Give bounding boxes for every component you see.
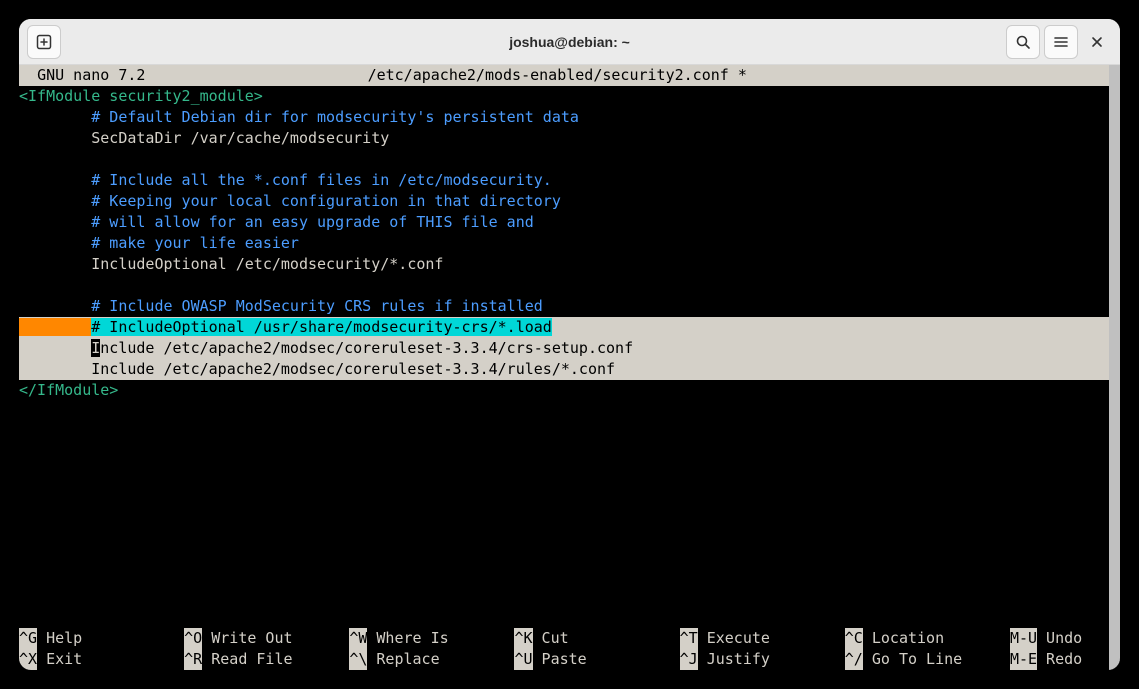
code-line: </IfModule> bbox=[19, 380, 1109, 401]
code-line: SecDataDir /var/cache/modsecurity bbox=[19, 128, 1109, 149]
terminal-window: joshua@debian: ~ GNU bbox=[19, 19, 1120, 670]
menu-button[interactable] bbox=[1044, 25, 1078, 59]
shortcut-writeout[interactable]: ^O Write Out bbox=[184, 628, 349, 649]
nano-filepath: /etc/apache2/mods-enabled/security2.conf… bbox=[145, 65, 1109, 86]
code-line-selected: Include /etc/apache2/modsec/coreruleset-… bbox=[19, 338, 1109, 359]
code-line: <IfModule security2_module> bbox=[19, 86, 1109, 107]
hamburger-icon bbox=[1053, 34, 1069, 50]
close-button[interactable] bbox=[1080, 25, 1114, 59]
shortcut-location[interactable]: ^C Location bbox=[845, 628, 1010, 649]
shortcut-paste[interactable]: ^U Paste bbox=[514, 649, 679, 670]
terminal-content[interactable]: GNU nano 7.2 /etc/apache2/mods-enabled/s… bbox=[19, 65, 1109, 670]
plus-box-icon bbox=[36, 34, 52, 50]
code-line: # make your life easier bbox=[19, 233, 1109, 254]
shortcut-replace[interactable]: ^\ Replace bbox=[349, 649, 514, 670]
code-line: # Include OWASP ModSecurity CRS rules if… bbox=[19, 296, 1109, 317]
shortcut-redo[interactable]: M-E Redo bbox=[1010, 649, 1109, 670]
shortcut-row: ^G Help ^O Write Out ^W Where Is ^K Cut … bbox=[19, 628, 1109, 649]
shortcut-cut[interactable]: ^K Cut bbox=[514, 628, 679, 649]
terminal-area: GNU nano 7.2 /etc/apache2/mods-enabled/s… bbox=[19, 65, 1120, 670]
shortcut-row: ^X Exit ^R Read File ^\ Replace ^U Paste… bbox=[19, 649, 1109, 670]
cursor: I bbox=[91, 339, 100, 357]
shortcut-exit[interactable]: ^X Exit bbox=[19, 649, 184, 670]
code-line: # Keeping your local configuration in th… bbox=[19, 191, 1109, 212]
code-line-selected: Include /etc/apache2/modsec/coreruleset-… bbox=[19, 359, 1109, 380]
shortcut-whereis[interactable]: ^W Where Is bbox=[349, 628, 514, 649]
titlebar-right bbox=[1004, 25, 1114, 59]
nano-app-name: GNU nano 7.2 bbox=[19, 65, 145, 86]
window-title: joshua@debian: ~ bbox=[19, 34, 1120, 50]
shortcut-gotoline[interactable]: ^/ Go To Line bbox=[845, 649, 1010, 670]
shortcut-help[interactable]: ^G Help bbox=[19, 628, 184, 649]
code-line bbox=[19, 149, 1109, 170]
nano-shortcuts: ^G Help ^O Write Out ^W Where Is ^K Cut … bbox=[19, 628, 1109, 670]
code-line: IncludeOptional /etc/modsecurity/*.conf bbox=[19, 254, 1109, 275]
code-line: # Default Debian dir for modsecurity's p… bbox=[19, 107, 1109, 128]
code-line bbox=[19, 275, 1109, 296]
search-button[interactable] bbox=[1006, 25, 1040, 59]
search-icon bbox=[1015, 34, 1031, 50]
shortcut-undo[interactable]: M-U Undo bbox=[1010, 628, 1109, 649]
titlebar: joshua@debian: ~ bbox=[19, 19, 1120, 65]
close-icon bbox=[1090, 35, 1104, 49]
scrollbar[interactable] bbox=[1109, 65, 1120, 670]
nano-header: GNU nano 7.2 /etc/apache2/mods-enabled/s… bbox=[19, 65, 1109, 86]
shortcut-readfile[interactable]: ^R Read File bbox=[184, 649, 349, 670]
code-line-selected: # IncludeOptional /usr/share/modsecurity… bbox=[19, 317, 1109, 338]
shortcut-justify[interactable]: ^J Justify bbox=[680, 649, 845, 670]
shortcut-execute[interactable]: ^T Execute bbox=[680, 628, 845, 649]
new-tab-button[interactable] bbox=[27, 25, 61, 59]
code-line: # will allow for an easy upgrade of THIS… bbox=[19, 212, 1109, 233]
code-line: # Include all the *.conf files in /etc/m… bbox=[19, 170, 1109, 191]
